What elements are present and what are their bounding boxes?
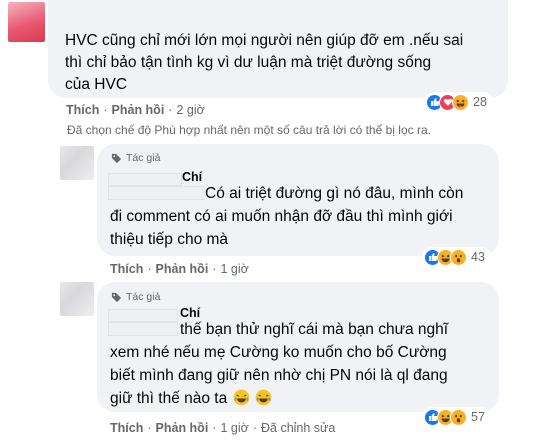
like-link[interactable]: Thích: [110, 262, 143, 276]
avatar[interactable]: [8, 2, 45, 42]
commenter-name-hidden[interactable]: [108, 309, 178, 322]
comment-actions: Thích · Phản hồi · 2 giờ: [66, 103, 205, 117]
like-link[interactable]: Thích: [66, 103, 99, 117]
commenter-name-hidden[interactable]: [108, 173, 182, 186]
comment-line: xem nhé nếu mẹ Cường ko muốn cho bố Cườn…: [110, 344, 447, 361]
reaction-count: 57: [471, 410, 485, 424]
comment-line: thế bạn thử nghĩ cái mà bạn chưa nghĩ: [180, 321, 449, 338]
timestamp[interactable]: 1 giờ: [220, 262, 248, 276]
author-tag: Tác giả: [111, 291, 160, 303]
comment-line: HVC cũng chỉ mới lớn mọi người nên giúp …: [65, 32, 464, 49]
avatar[interactable]: [60, 146, 94, 180]
like-link[interactable]: Thích: [110, 421, 143, 435]
comment-actions: Thích · Phản hồi · 1 giờ · Đã chỉnh sửa: [110, 421, 336, 435]
comment-line: giữ thì thế nào ta: [110, 388, 272, 410]
wow-reaction-icon: [450, 408, 467, 426]
haha-reaction-icon: [452, 93, 469, 111]
comment-line: đi comment có ai muốn nhận đỡ đầu thì mì…: [110, 208, 453, 225]
reply-link[interactable]: Phản hồi: [156, 262, 209, 276]
author-tag-label: Tác giả: [126, 291, 161, 303]
reply-link[interactable]: Phản hồi: [112, 103, 165, 117]
timestamp[interactable]: 1 giờ: [220, 421, 248, 435]
commenter-name-hidden[interactable]: [108, 322, 178, 336]
tag-icon: [111, 153, 122, 163]
reaction-count: 28: [473, 95, 487, 109]
commenter-name[interactable]: Chí: [182, 170, 202, 184]
wow-reaction-icon: [450, 248, 467, 266]
comment-line: Có ai triệt đường gì nó đâu, mình còn: [205, 185, 464, 202]
author-tag-label: Tác giả: [126, 152, 161, 164]
avatar[interactable]: [60, 282, 94, 316]
crying-laughing-emoji-icon: [233, 389, 249, 406]
tag-icon: [111, 292, 122, 302]
reply-link[interactable]: Phản hồi: [156, 421, 209, 435]
timestamp[interactable]: 2 giờ: [176, 103, 204, 117]
reaction-summary[interactable]: 57: [422, 407, 491, 427]
comment-line-text: giữ thì thế nào ta: [110, 390, 228, 407]
reaction-summary[interactable]: 28: [424, 92, 493, 112]
edited-label[interactable]: Đã chỉnh sửa: [261, 421, 335, 435]
filter-notice: Đã chọn chế độ Phù hợp nhất nên một số c…: [67, 123, 431, 137]
comment-line: thiệu tiếp cho mà: [110, 231, 229, 248]
crying-laughing-emoji-icon: [255, 389, 272, 406]
commenter-name[interactable]: Chí: [180, 306, 200, 320]
author-tag: Tác giả: [111, 152, 160, 164]
reaction-summary[interactable]: 43: [422, 247, 491, 267]
commenter-name-hidden[interactable]: [108, 186, 204, 200]
reaction-count: 43: [471, 250, 485, 264]
comment-line: biết mình đang giữ nên nhờ chị PN nói là…: [110, 367, 448, 384]
comment-line: của HVC: [65, 76, 128, 93]
comment-actions: Thích · Phản hồi · 1 giờ: [110, 262, 249, 276]
comment-line: thì chỉ bảo tận tình kg vì dư luận mà tr…: [65, 54, 432, 71]
